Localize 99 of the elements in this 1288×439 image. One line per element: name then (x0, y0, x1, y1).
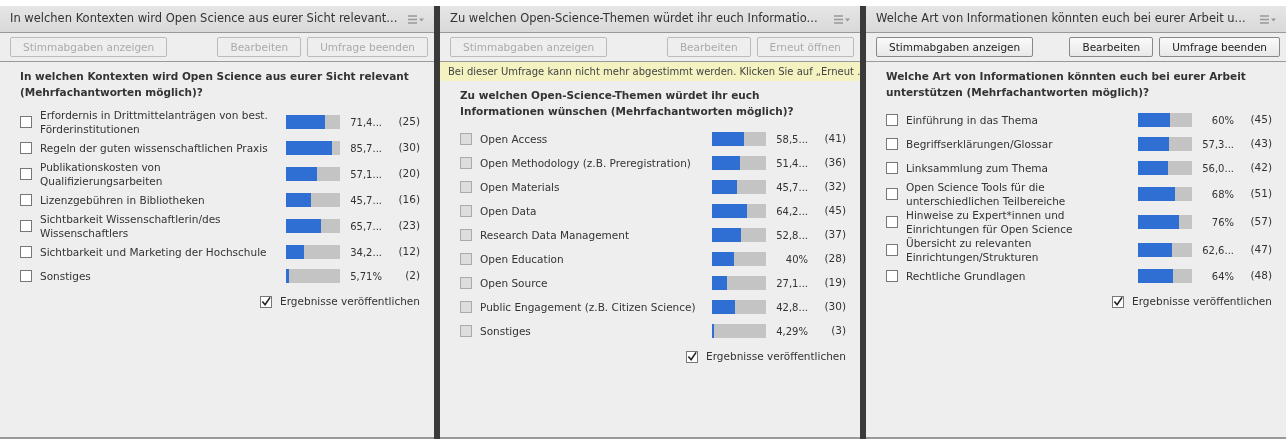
count-text: (3) (830, 323, 846, 339)
panel-title: Zu welchen Open-Science-Themen würdet ihr euch Informatio... (450, 10, 819, 28)
percent-text: 5,71% (349, 269, 382, 284)
option-label: Erfordernis in Drittmittelanträgen von best. Förderinstitutionen (40, 108, 269, 136)
publish-checkbox[interactable] (686, 350, 699, 363)
checkbox[interactable] (886, 216, 898, 228)
count-text: (43) (1249, 136, 1272, 152)
publish-checkbox[interactable] (260, 295, 273, 308)
percent-text: 27,1... (775, 276, 808, 291)
count-text: (47) (1249, 242, 1272, 258)
count-text: (45) (1249, 112, 1272, 128)
count-text: (16) (397, 192, 420, 208)
publish-label: Ergebnisse veröffentlichen (706, 349, 846, 364)
option-label: Open Science Tools für die unterschiedlichen Teilbereiche (906, 180, 1067, 208)
option-label: Linksammlung zum Thema (906, 161, 1050, 175)
percent-text: 64,2... (775, 204, 808, 219)
checkbox[interactable] (886, 244, 898, 256)
count-text: (51) (1249, 186, 1272, 202)
panel-title: In welchen Kontexten wird Open Science aus eurer Sicht relevant... (10, 10, 399, 28)
checkbox[interactable] (886, 270, 898, 282)
publish-label: Ergebnisse veröffentlichen (1132, 294, 1272, 309)
percent-text: 40% (784, 252, 808, 267)
publish-label: Ergebnisse veröffentlichen (280, 294, 420, 309)
percent-text: 76% (1210, 215, 1234, 230)
checkbox[interactable] (886, 162, 898, 174)
count-text: (45) (823, 203, 846, 219)
percent-text: 71,4... (349, 115, 382, 130)
count-text: (41) (823, 131, 846, 147)
option-label: Einführung in das Thema (906, 113, 1039, 127)
percent-text: 64% (1210, 269, 1234, 284)
percent-text: 45,7... (349, 193, 382, 208)
option-label: Research Data Management (480, 228, 631, 242)
percent-text: 51,4... (775, 156, 808, 171)
option-label: Open Data (480, 204, 538, 218)
question-text: Welche Art von Informationen könnten euch bei eurer Arbeit unterstützen (Mehrfachantworten möglich)? (885, 69, 1247, 100)
option-label: Sonstiges (40, 269, 92, 283)
count-text: (12) (397, 244, 420, 260)
count-text: (19) (823, 275, 846, 291)
checkbox[interactable] (20, 220, 32, 232)
count-text: (25) (397, 114, 420, 130)
count-text: (57) (1249, 214, 1272, 230)
option-label: Übersicht zu relevanten Einrichtungen/Strukturen (906, 236, 1040, 264)
option-label: Begriffserklärungen/Glossar (906, 137, 1054, 151)
percent-text: 45,7... (775, 180, 808, 195)
checkbox[interactable] (20, 116, 32, 128)
percent-text: 34,2... (349, 245, 382, 260)
option-label: Hinweise zu Expert*innen und Einrichtungen für Open Science (906, 208, 1074, 236)
percent-text: 56,0... (1201, 161, 1234, 176)
checkbox[interactable] (20, 194, 32, 206)
option-label: Regeln der guten wissenschaftlichen Praxis (40, 141, 269, 155)
count-text: (30) (823, 299, 846, 315)
toolbar-button[interactable]: Bearbeiten (1069, 37, 1154, 57)
count-text: (48) (1249, 268, 1272, 284)
percent-text: 85,7... (349, 141, 382, 156)
count-text: (42) (1249, 160, 1272, 176)
checkbox[interactable] (886, 138, 898, 150)
option-label: Sichtbarkeit Wissenschaftlerin/des Wissenschaftlers (40, 212, 222, 240)
checkbox[interactable] (886, 114, 898, 126)
count-text: (28) (823, 251, 846, 267)
option-label: Open Materials (480, 180, 561, 194)
checkbox[interactable] (886, 188, 898, 200)
percent-text: 52,8... (775, 228, 808, 243)
option-label: Open Education (480, 252, 565, 266)
count-text: (2) (404, 268, 420, 284)
option-label: Sichtbarkeit und Marketing der Hochschule (40, 245, 268, 259)
toolbar-button[interactable]: Stimmabgaben anzeigen (876, 37, 1034, 57)
percent-text: 42,8... (775, 300, 808, 315)
option-label: Public Engagement (z.B. Citizen Science) (480, 300, 697, 314)
option-label: Lizenzgebühren in Bibliotheken (40, 193, 206, 207)
percent-text: 57,1... (349, 167, 382, 182)
count-text: (37) (823, 227, 846, 243)
checkbox[interactable] (20, 246, 32, 258)
percent-text: 58,5... (775, 132, 808, 147)
option-label: Open Source (480, 276, 549, 290)
option-label: Publikationskosten von Qualifizierungsarbeiten (40, 160, 164, 188)
publish-checkbox[interactable] (1112, 295, 1125, 308)
count-text: (32) (823, 179, 846, 195)
option-label: Open Access (480, 132, 549, 146)
percent-text: 68% (1210, 187, 1234, 202)
count-text: (36) (823, 155, 846, 171)
count-text: (23) (397, 218, 420, 234)
question-text: Zu welchen Open-Science-Themen würdet ihr euch Informationen wünschen (Mehrfachantworten möglich)? (459, 88, 795, 119)
count-text: (20) (397, 166, 420, 182)
toolbar-button[interactable]: Umfrage beenden (1159, 37, 1280, 57)
percent-text: 60% (1210, 113, 1234, 128)
percent-text: 57,3... (1201, 137, 1234, 152)
question-text: In welchen Kontexten wird Open Science aus eurer Sicht relevant (Mehrfachantworten möglich)? (19, 69, 410, 100)
panel-title: Welche Art von Informationen könnten euch bei eurer Arbeit u... (876, 10, 1247, 28)
option-label: Open Methodology (z.B. Preregistration) (480, 156, 692, 170)
count-text: (30) (397, 140, 420, 156)
checkbox[interactable] (20, 142, 32, 154)
notice-banner: Bei dieser Umfrage kann nicht mehr abgestimmt werden. Klicken Sie auf „Erneut . (440, 62, 860, 81)
option-label: Rechtliche Grundlagen (906, 269, 1027, 283)
option-label: Sonstiges (480, 324, 532, 338)
checkbox[interactable] (20, 270, 32, 282)
checkbox[interactable] (20, 168, 32, 180)
percent-text: 65,7... (349, 219, 382, 234)
percent-text: 4,29% (775, 324, 808, 339)
percent-text: 62,6... (1201, 243, 1234, 258)
